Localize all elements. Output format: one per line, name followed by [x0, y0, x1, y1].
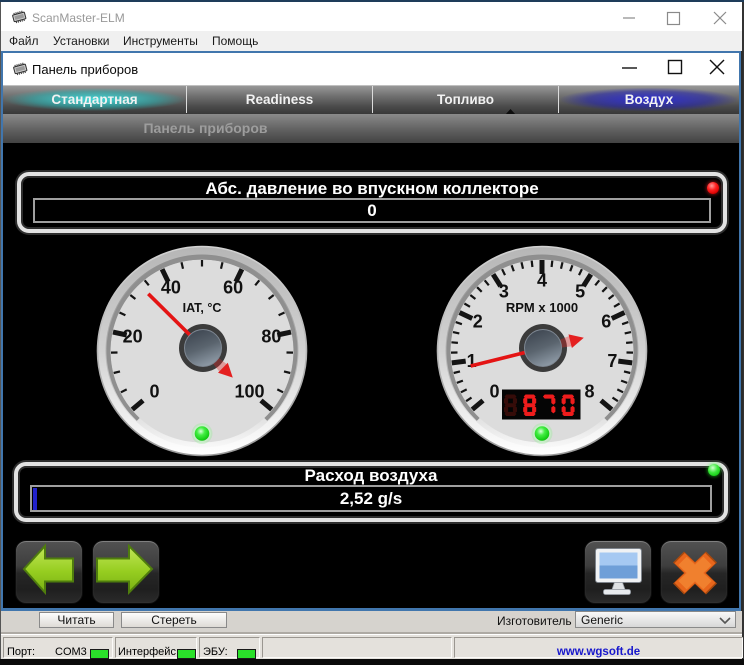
svg-text:0: 0	[489, 381, 499, 401]
svg-text:1: 1	[467, 351, 477, 371]
svg-text:RPM x 1000: RPM x 1000	[506, 300, 578, 315]
svg-text:80: 80	[261, 327, 281, 347]
svg-text:3: 3	[499, 282, 509, 302]
svg-text:7: 7	[607, 351, 617, 371]
svg-text:2: 2	[473, 312, 483, 332]
svg-text:100: 100	[234, 381, 264, 401]
svg-text:20: 20	[123, 327, 143, 347]
svg-text:0: 0	[149, 381, 159, 401]
svg-text:6: 6	[601, 312, 611, 332]
svg-text:5: 5	[575, 282, 585, 302]
svg-text:IAT, °C: IAT, °C	[183, 301, 222, 315]
svg-text:40: 40	[161, 278, 181, 298]
svg-text:60: 60	[223, 278, 243, 298]
svg-text:8: 8	[584, 381, 594, 401]
svg-text:4: 4	[537, 271, 547, 291]
